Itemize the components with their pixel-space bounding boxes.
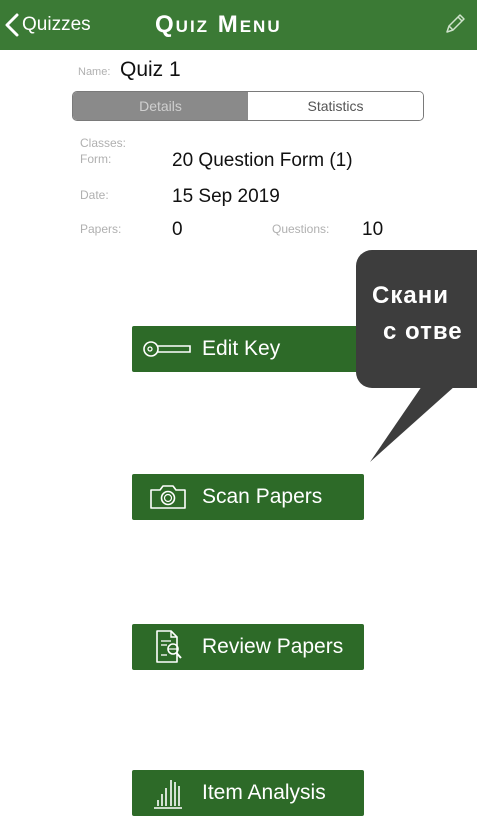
review-papers-button[interactable]: Review Papers <box>132 624 364 670</box>
questions-label: Questions: <box>272 222 330 236</box>
tooltip-tail <box>370 386 455 462</box>
form-label: Form: <box>80 152 112 166</box>
review-papers-label: Review Papers <box>202 635 344 658</box>
tooltip-line-2: с отве <box>383 318 463 345</box>
edit-key-label: Edit Key <box>202 337 281 360</box>
papers-label: Papers: <box>80 222 122 236</box>
item-analysis-label: Item Analysis <box>202 781 326 804</box>
scan-papers-button[interactable]: Scan Papers <box>132 474 364 520</box>
item-analysis-button[interactable]: Item Analysis <box>132 770 364 816</box>
back-button-label: Quizzes <box>22 14 91 35</box>
navbar: Quizzes Quiz Menu <box>0 0 477 50</box>
segmented-control: Details Statistics <box>72 91 424 121</box>
classes-label: Classes: <box>80 136 127 150</box>
back-button[interactable]: Quizzes <box>4 8 91 42</box>
questions-value: 10 <box>362 219 384 240</box>
edit-button[interactable] <box>443 12 467 41</box>
date-label: Date: <box>80 188 109 202</box>
name-label: Name: <box>78 66 111 78</box>
tab-details[interactable]: Details <box>73 92 248 120</box>
tooltip-line-1: Скани <box>372 282 449 309</box>
tab-statistics[interactable]: Statistics <box>248 92 423 120</box>
document-search-icon <box>138 629 198 665</box>
scan-papers-label: Scan Papers <box>202 485 323 508</box>
page-title: Quiz Menu <box>155 11 282 38</box>
bar-chart-icon <box>138 776 198 810</box>
quiz-name: Quiz 1 <box>120 58 181 81</box>
chevron-left-icon <box>5 13 19 37</box>
form-value: 20 Question Form (1) <box>172 150 353 171</box>
edit-key-button[interactable]: Edit Key <box>132 326 364 372</box>
key-icon <box>138 337 198 361</box>
camera-icon <box>138 483 198 511</box>
pencil-icon <box>446 14 465 33</box>
papers-value: 0 <box>172 219 183 240</box>
date-value: 15 Sep 2019 <box>172 186 280 207</box>
